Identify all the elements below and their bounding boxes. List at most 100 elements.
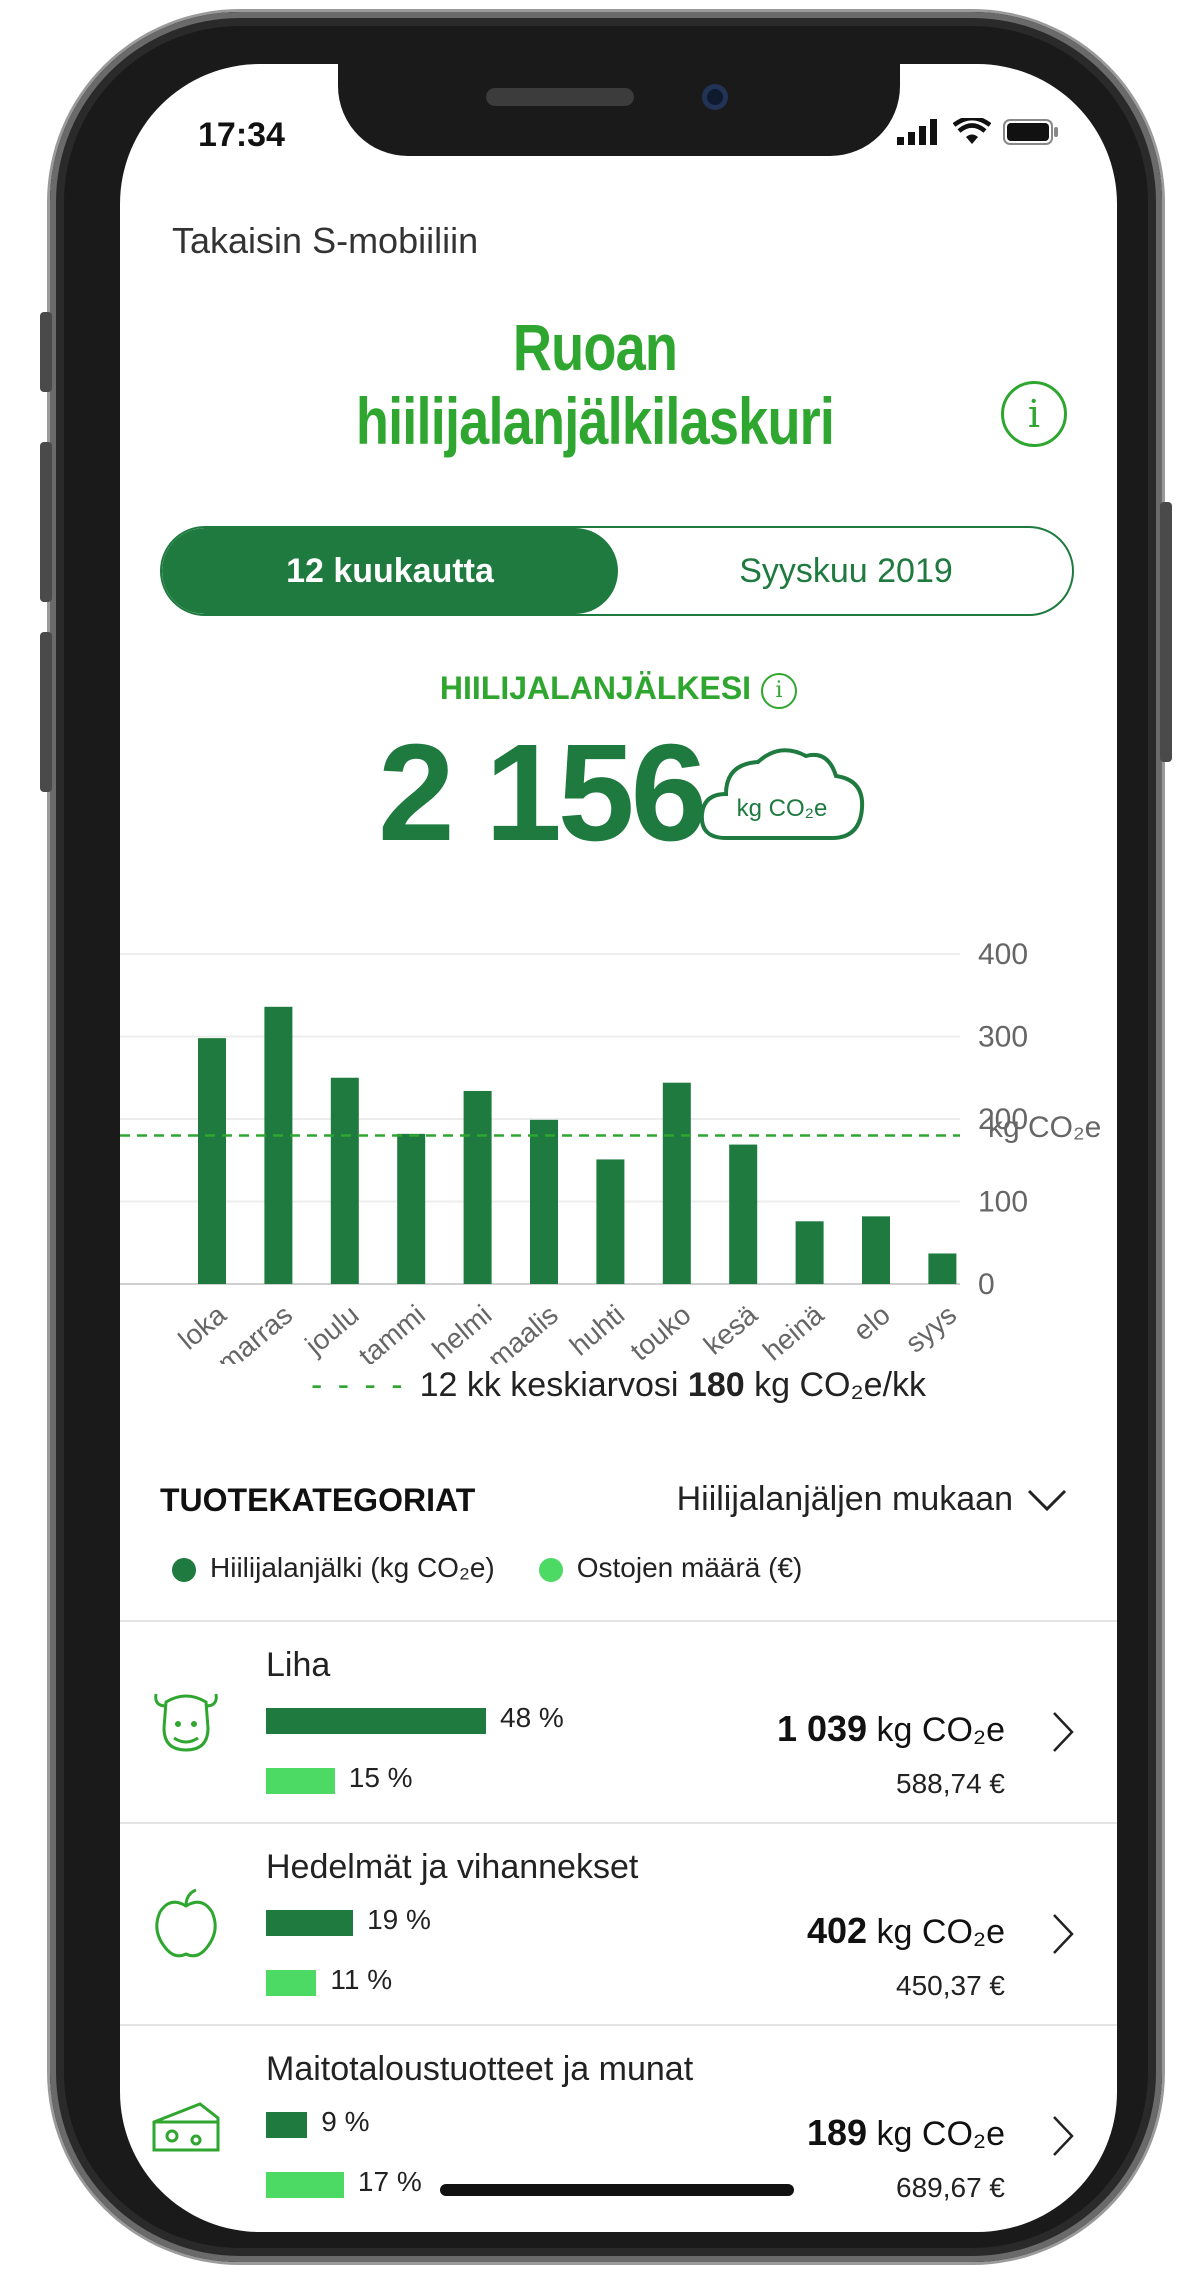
- bar-heinä: [795, 1221, 824, 1284]
- bar-elo: [862, 1216, 890, 1284]
- chevron-down-icon: [1027, 1489, 1067, 1511]
- tab-12-months[interactable]: 12 kuukautta: [162, 528, 618, 614]
- x-tick-label: joulu: [299, 1299, 365, 1361]
- bar-tammi: [397, 1133, 426, 1284]
- app-screen: 17:34 Takaisin S-mobiiliin Ruoan hiilija…: [120, 64, 1117, 2232]
- category-name: Hedelmät ja vihannekset: [266, 1848, 639, 1886]
- footprint-info-icon[interactable]: i: [761, 672, 798, 709]
- category-eur: 588,74 €: [896, 1768, 1005, 1799]
- category-kg-unit: kg CO₂e: [876, 2115, 1005, 2153]
- category-kg: 1 039 kg CO₂e: [777, 1708, 1005, 1750]
- period-selector: 12 kuukautta Syyskuu 2019: [160, 526, 1074, 616]
- legend-purchases-label: Ostojen määrä (€): [576, 1552, 803, 1583]
- footprint-label: HIILIJALANJÄLKESI i: [120, 670, 1117, 709]
- legend-purchases-dot: [538, 1557, 563, 1582]
- chart-x-labels: lokamarras joulutammihelmimaalis huhtitouk…: [173, 1299, 963, 1364]
- purchase-pct: 15 %: [348, 1762, 413, 1793]
- signal-icon: [897, 119, 937, 145]
- bar-marras: [264, 1006, 293, 1284]
- legend-footprint-dot: [172, 1557, 196, 1582]
- chevron-right-icon: [1053, 1712, 1074, 1752]
- category-kg: 189 kg CO₂e: [807, 2112, 1005, 2154]
- x-tick-label: syys: [899, 1299, 962, 1359]
- x-tick-label: maalis: [482, 1299, 564, 1364]
- chevron-right-icon: [1053, 2116, 1074, 2156]
- page-title: Ruoan hiilijalanjälkilaskuri: [329, 310, 862, 458]
- category-row-meat[interactable]: Liha 48 % 15 % 1 039 kg CO₂e 588,74 €: [120, 1622, 1117, 1822]
- category-row-dairy-eggs[interactable]: Maitotaloustuotteet ja munat 9 % 17 % 18…: [120, 2026, 1117, 2226]
- battery-icon: [1003, 119, 1058, 145]
- chevron-right-icon: [1053, 1914, 1074, 1954]
- bar-loka: [198, 1038, 226, 1284]
- footprint-bar: [266, 2112, 308, 2138]
- x-tick-label: marras: [212, 1299, 299, 1364]
- purchase-bar: [266, 1970, 317, 1996]
- average-legend: - - - - 12 kk keskiarvosi 180 kg CO₂e/kk: [120, 1366, 1117, 1405]
- notch: [338, 64, 900, 156]
- volume-up-button: [40, 442, 52, 602]
- category-kg-value: 1 039: [776, 1708, 868, 1749]
- cloud-icon: kg CO₂e: [699, 748, 865, 840]
- home-indicator[interactable]: [440, 2184, 794, 2196]
- sort-dropdown[interactable]: Hiilijalanjäljen mukaan: [677, 1480, 1067, 1519]
- front-camera: [702, 84, 728, 110]
- bar-syys: [928, 1253, 957, 1284]
- x-tick-label: tammi: [353, 1299, 431, 1364]
- y-tick-label: 400: [978, 938, 1028, 971]
- category-eur: 689,67 €: [896, 2172, 1005, 2203]
- category-kg: 402 kg CO₂e: [807, 1910, 1005, 1952]
- footprint-bar: [266, 1708, 486, 1734]
- page-title-line2: hiilijalanjälkilaskuri: [355, 384, 835, 458]
- bar-huhti: [596, 1159, 625, 1284]
- speaker: [486, 88, 634, 106]
- apple-icon: [155, 1888, 217, 1958]
- footprint-label-text: HIILIJALANJÄLKESI: [439, 670, 752, 706]
- x-tick-label: heinä: [757, 1299, 830, 1364]
- wifi-icon: [953, 118, 991, 144]
- purchase-pct: 11 %: [330, 1964, 393, 1995]
- average-prefix: 12 kk keskiarvosi: [419, 1366, 679, 1404]
- average-unit: kg CO₂e/kk: [754, 1366, 927, 1404]
- footprint-bar: [266, 1910, 354, 1936]
- categories-legend: Hiilijalanjälki (kg CO₂e) Ostojen määrä …: [172, 1552, 802, 1584]
- cheese-icon: [152, 2102, 220, 2152]
- category-row-fruits-vegetables[interactable]: Hedelmät ja vihannekset 19 % 11 % 402 kg…: [120, 1824, 1117, 2024]
- bar-kesä: [729, 1144, 758, 1284]
- sort-label: Hiilijalanjäljen mukaan: [676, 1480, 1013, 1518]
- x-tick-label: kesä: [698, 1299, 764, 1361]
- footprint-pct: 48 %: [500, 1702, 564, 1733]
- category-name: Maitotaloustuotteet ja munat: [266, 2050, 694, 2088]
- x-tick-label: elo: [847, 1299, 896, 1347]
- page-title-line1: Ruoan: [512, 310, 678, 384]
- category-kg-unit: kg CO₂e: [876, 1711, 1005, 1749]
- category-kg-value: 189: [807, 2112, 868, 2153]
- bar-maalis: [530, 1119, 558, 1284]
- status-icons: [897, 118, 1059, 146]
- y-tick-label: 300: [978, 1021, 1028, 1054]
- legend-purchases: Ostojen määrä (€): [538, 1552, 803, 1584]
- legend-footprint: Hiilijalanjälki (kg CO₂e): [172, 1552, 495, 1584]
- legend-footprint-label: Hiilijalanjälki (kg CO₂e): [210, 1552, 495, 1583]
- footprint-value: 2 156: [378, 716, 707, 870]
- category-kg-unit: kg CO₂e: [876, 1913, 1005, 1951]
- power-button: [1160, 502, 1172, 762]
- volume-down-button: [40, 632, 52, 792]
- purchase-bar: [266, 2172, 344, 2198]
- info-icon[interactable]: i: [1001, 381, 1067, 447]
- monthly-bar-chart: 4003002001000 lokamarras joulutammihelmim…: [120, 938, 1101, 1364]
- average-value: 180: [687, 1366, 745, 1404]
- back-link[interactable]: Takaisin S-mobiiliin: [172, 220, 478, 262]
- cow-icon: [154, 1693, 218, 1752]
- category-kg-value: 402: [807, 1910, 868, 1951]
- purchase-pct: 17 %: [357, 2166, 422, 2197]
- tab-month[interactable]: Syyskuu 2019: [618, 528, 1072, 614]
- status-time: 17:34: [198, 116, 285, 154]
- purchase-bar: [266, 1768, 335, 1794]
- x-tick-label: touko: [624, 1299, 696, 1364]
- footprint-pct: 9 %: [321, 2106, 370, 2137]
- categories-title: TUOTEKATEGORIAT: [160, 1482, 476, 1518]
- chart-y-unit: kg CO₂e: [988, 1111, 1101, 1144]
- bar-helmi: [463, 1090, 492, 1284]
- footprint-pct: 19 %: [367, 1904, 431, 1935]
- bar-touko: [662, 1082, 691, 1284]
